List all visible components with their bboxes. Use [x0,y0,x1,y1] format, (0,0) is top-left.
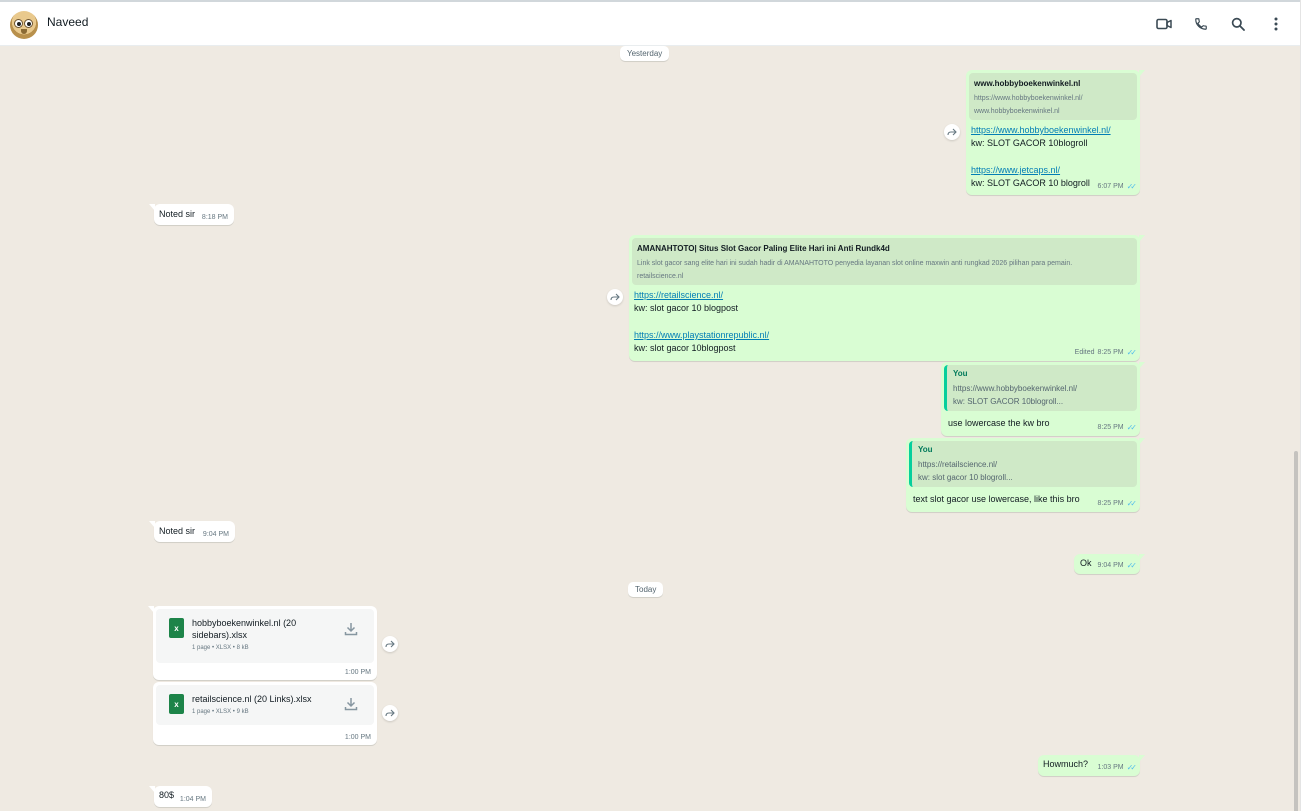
quoted-text: https://www.hobbyboekenwinkel.nl/ [953,384,1078,393]
chat-header: Naveed [0,0,1300,46]
message-text: kw: SLOT GACOR 10blogroll [971,138,1088,148]
message-time: 1:03 PM [1097,764,1124,771]
read-ticks-icon: ✓✓ [1126,423,1138,432]
download-icon[interactable] [343,696,359,712]
message-text: Noted sir [159,209,196,219]
message-text: Howmuch? [1043,759,1089,769]
read-ticks-icon: ✓✓ [1126,182,1138,191]
message-bubble-incoming[interactable]: Noted sir 8:18 PM [149,204,234,225]
link-preview-title: AMANAHTOTO| Situs Slot Gacor Paling Elit… [637,244,890,253]
message-text: text slot gacor use lowercase, like this… [913,494,1080,504]
message-time: 1:04 PM [179,796,206,803]
quoted-text: kw: SLOT GACOR 10blogroll... [953,397,1064,406]
file-attachment[interactable]: x hobbyboekenwinkel.nl (20 sidebars).xls… [156,609,374,663]
side-panel-edge [1300,0,1316,811]
file-name: retailscience.nl (20 Links).xlsx [192,694,312,704]
video-call-icon[interactable] [1154,14,1174,34]
message-text: Ok [1080,558,1092,568]
read-ticks-icon: ✓✓ [1126,499,1138,508]
message-text: use lowercase the kw bro [948,418,1050,428]
message-meta: 6:07 PM ✓✓ [1097,182,1138,191]
message-meta: 9:04 PM [203,531,229,538]
message-meta: 8:18 PM [202,214,228,221]
message-text: kw: SLOT GACOR 10 blogroll [971,178,1090,188]
message-link[interactable]: https://www.hobbyboekenwinkel.nl/ [971,125,1111,135]
forward-icon[interactable] [382,636,398,652]
message-bubble-incoming[interactable]: x retailscience.nl (20 Links).xlsx 1 pag… [153,682,377,745]
message-meta: 1:00 PM [345,669,371,676]
link-preview[interactable]: AMANAHTOTO| Situs Slot Gacor Paling Elit… [632,238,1137,285]
quoted-author: You [918,445,933,454]
file-name: hobbyboekenwinkel.nl (20 sidebars).xlsx [192,618,297,640]
link-preview-title: www.hobbyboekenwinkel.nl [974,79,1081,88]
message-time: 8:18 PM [201,214,228,221]
message-meta: 1:03 PM ✓✓ [1097,763,1138,772]
link-preview-description: https://www.hobbyboekenwinkel.nl/ [974,95,1083,102]
message-meta: 9:04 PM ✓✓ [1097,561,1138,570]
quoted-message[interactable]: You https://www.hobbyboekenwinkel.nl/ kw… [944,365,1137,411]
search-icon[interactable] [1228,14,1248,34]
message-bubble-outgoing[interactable]: www.hobbyboekenwinkel.nl https://www.hob… [966,70,1145,195]
forward-icon[interactable] [382,705,398,721]
forward-icon[interactable] [607,289,623,305]
read-ticks-icon: ✓✓ [1126,348,1138,357]
message-meta: 8:25 PM ✓✓ [1097,499,1138,508]
message-time: 8:25 PM [1097,424,1124,431]
message-link[interactable]: https://www.jetcaps.nl/ [971,165,1060,175]
message-bubble-incoming[interactable]: Noted sir 9:04 PM [149,521,235,542]
voice-call-icon[interactable] [1191,14,1211,34]
excel-file-icon: x [169,694,184,714]
chat-area: Yesterday www.hobbyboekenwinkel.nl https… [0,46,1300,811]
message-text: kw: slot gacor 10 blogpost [634,303,739,313]
message-text: kw: slot gacor 10blogpost [634,343,736,353]
quoted-text: kw: slot gacor 10 blogroll... [918,473,1013,482]
quoted-message[interactable]: You https://retailscience.nl/ kw: slot g… [909,441,1137,487]
message-time: 8:25 PM [1097,500,1124,507]
message-link[interactable]: https://retailscience.nl/ [634,290,723,300]
file-attachment[interactable]: x retailscience.nl (20 Links).xlsx 1 pag… [156,685,374,725]
link-preview[interactable]: www.hobbyboekenwinkel.nl https://www.hob… [969,73,1137,120]
message-time: 8:25 PM [1097,349,1124,356]
quoted-text: https://retailscience.nl/ [918,460,998,469]
message-text: Noted sir [159,526,196,536]
file-info: 1 page • XLSX • 9 kB [192,709,249,715]
message-meta: 1:00 PM [345,734,371,741]
link-preview-domain: www.hobbyboekenwinkel.nl [974,108,1060,115]
link-preview-description: Link slot gacor sang elite hari ini suda… [637,260,1073,267]
excel-file-icon: x [169,618,184,638]
contact-avatar[interactable] [10,11,38,39]
message-bubble-outgoing[interactable]: Howmuch? 1:03 PM ✓✓ [1038,755,1145,776]
message-meta: 8:25 PM ✓✓ [1097,423,1138,432]
read-ticks-icon: ✓✓ [1126,561,1138,570]
message-bubble-outgoing[interactable]: AMANAHTOTO| Situs Slot Gacor Paling Elit… [629,235,1145,361]
date-chip-yesterday: Yesterday [620,46,670,61]
message-text: 80$ [159,790,175,800]
file-info: 1 page • XLSX • 8 kB [192,645,249,651]
message-bubble-outgoing[interactable]: Ok 9:04 PM ✓✓ [1074,554,1145,574]
link-preview-domain: retailscience.nl [637,273,684,280]
message-link[interactable]: https://www.playstationrepublic.nl/ [634,330,769,340]
message-time: 6:07 PM [1097,183,1124,190]
message-time: 9:04 PM [1097,562,1124,569]
edited-label: Edited [1074,349,1095,356]
message-meta: 1:04 PM [180,796,206,803]
message-time: 9:04 PM [202,531,229,538]
contact-name[interactable]: Naveed [47,15,88,29]
download-icon[interactable] [343,621,359,637]
menu-icon[interactable] [1266,14,1286,34]
message-bubble-outgoing[interactable]: You https://retailscience.nl/ kw: slot g… [906,438,1145,512]
message-bubble-incoming[interactable]: 80$ 1:04 PM [149,786,212,807]
quoted-author: You [953,369,968,378]
message-bubble-outgoing[interactable]: You https://www.hobbyboekenwinkel.nl/ kw… [941,362,1145,436]
message-time: 1:00 PM [344,734,371,741]
forward-icon[interactable] [944,124,960,140]
message-meta: Edited 8:25 PM ✓✓ [1074,348,1138,357]
message-time: 1:00 PM [344,669,371,676]
date-chip-today: Today [628,582,664,597]
chat-scrollbar[interactable] [1294,451,1298,811]
message-bubble-incoming[interactable]: x hobbyboekenwinkel.nl (20 sidebars).xls… [148,606,377,680]
read-ticks-icon: ✓✓ [1126,763,1138,772]
